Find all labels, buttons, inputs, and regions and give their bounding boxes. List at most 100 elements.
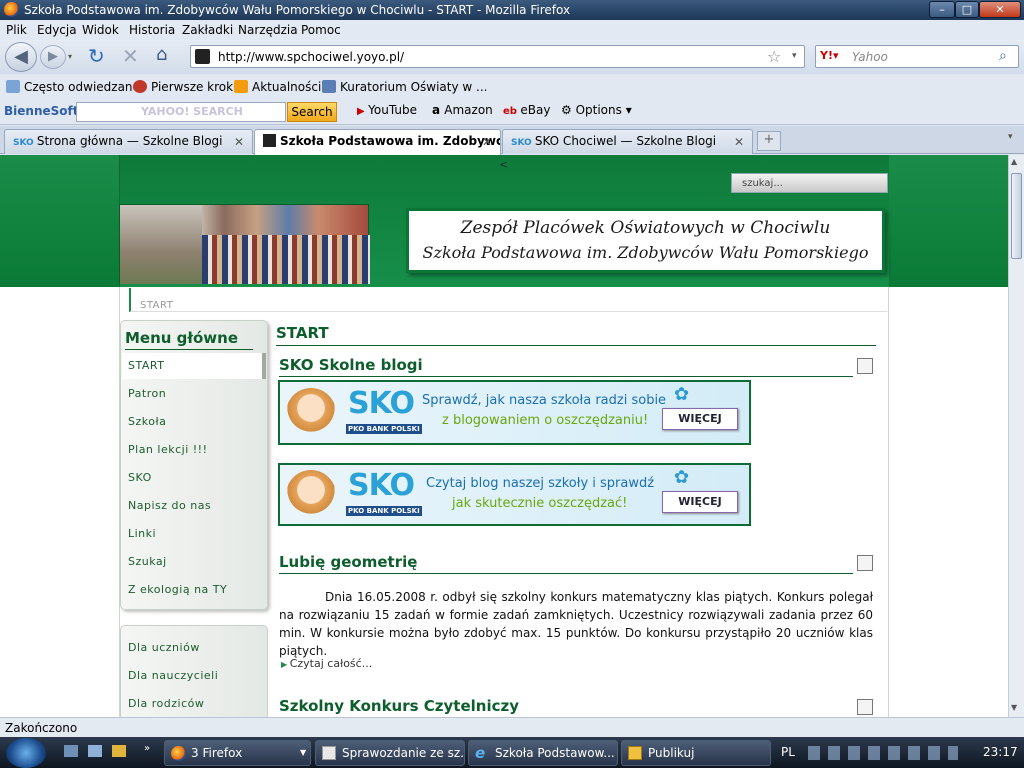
menu-item-napisz[interactable]: Napisz do nas bbox=[128, 499, 211, 512]
banner-2-line-1: Czytaj blog naszej szkoły i sprawdź bbox=[426, 476, 655, 491]
language-indicator[interactable]: PL bbox=[781, 745, 795, 759]
scrollbar-thumb[interactable] bbox=[1011, 173, 1022, 259]
menu-bookmarks[interactable]: Zakładki bbox=[182, 23, 233, 37]
scroll-up-icon[interactable]: ▲ bbox=[1011, 157, 1017, 166]
sko-banner-2[interactable]: SKO PKO BANK POLSKI Czytaj blog naszej s… bbox=[278, 463, 751, 526]
yahoo-search-button[interactable]: Search bbox=[287, 102, 337, 122]
taskbar-item-publikuj[interactable]: Publikuj bbox=[621, 740, 771, 766]
article-title-geometria[interactable]: Lubię geometrię bbox=[279, 553, 417, 571]
menu-item-ekologia[interactable]: Z ekologią na TY bbox=[128, 583, 227, 596]
close-button[interactable]: ✕ bbox=[979, 1, 1021, 18]
bookmarks-toolbar: Często odwiedzane Pierwsze kroki Aktualn… bbox=[0, 75, 1024, 99]
taskbar-item-sprawozdanie[interactable]: Sprawozdanie ze sz... bbox=[315, 740, 465, 766]
pdf-icon[interactable] bbox=[857, 699, 873, 715]
yahoo-engine-icon[interactable]: Y!▾ bbox=[820, 49, 839, 62]
banner-1-line-2: z blogowaniem o oszczędzaniu! bbox=[442, 413, 649, 428]
stop-icon[interactable]: ✕ bbox=[122, 44, 139, 68]
tab-list-icon[interactable]: ▾ bbox=[1008, 132, 1013, 142]
menu-item-szkola[interactable]: Szkoła bbox=[128, 415, 166, 428]
start-button[interactable] bbox=[6, 738, 46, 768]
menu-edit[interactable]: Edycja bbox=[37, 23, 77, 37]
menu-history[interactable]: Historia bbox=[129, 23, 175, 37]
history-dropdown-icon[interactable]: ▾ bbox=[68, 52, 72, 61]
menu-view[interactable]: Widok bbox=[82, 23, 119, 37]
tab-sko-chociwel[interactable]: SKO SKO Chociwel — Szkolne Blogi ✕ bbox=[502, 129, 753, 154]
home-icon[interactable]: ⌂ bbox=[156, 44, 167, 65]
vertical-scrollbar[interactable]: ▲ ▼ bbox=[1008, 155, 1024, 717]
ebay-link[interactable]: eb eBay bbox=[503, 103, 551, 117]
search-icon[interactable]: ⌕ bbox=[999, 48, 1007, 64]
publisher-icon bbox=[628, 746, 642, 760]
read-more-label: Czytaj całość... bbox=[289, 657, 373, 670]
amazon-label: Amazon bbox=[444, 103, 493, 117]
yahoo-search-input[interactable]: YAHOO! SEARCH bbox=[76, 102, 286, 122]
menu-item-linki[interactable]: Linki bbox=[128, 527, 156, 540]
menu-item-sko[interactable]: SKO bbox=[128, 471, 152, 484]
new-tab-icon[interactable]: + bbox=[757, 131, 781, 151]
close-tab-icon[interactable]: ✕ bbox=[482, 135, 492, 149]
bookmark-label: Często odwiedzane bbox=[24, 80, 140, 94]
menu-item-szukaj[interactable]: Szukaj bbox=[128, 555, 167, 568]
menu-tools[interactable]: Narzędzia bbox=[238, 23, 298, 37]
banner-2-more-button[interactable]: WIĘCEJ bbox=[662, 491, 738, 513]
menu-help[interactable]: Pomoc bbox=[301, 23, 341, 37]
bookmark-getting-started[interactable]: Pierwsze kroki bbox=[133, 80, 236, 94]
back-button[interactable]: ◀ bbox=[5, 42, 37, 72]
arrow-right-icon: ▶ bbox=[48, 49, 58, 64]
close-tab-icon[interactable]: ✕ bbox=[734, 135, 744, 149]
bookmark-kuratorium[interactable]: Kuratorium Oświaty w ... bbox=[322, 80, 487, 94]
system-tray-icons[interactable] bbox=[808, 746, 958, 760]
quicklaunch-more-icon[interactable]: » bbox=[144, 743, 150, 754]
read-more-link[interactable]: ▶ Czytaj całość... bbox=[281, 657, 372, 670]
options-label: Options bbox=[575, 103, 622, 117]
switch-windows-icon[interactable] bbox=[88, 745, 102, 757]
breadcrumb-item[interactable]: START bbox=[140, 300, 173, 311]
search-box[interactable]: Y!▾ Yahoo ⌕ bbox=[815, 45, 1019, 68]
menu-item-nauczyciele[interactable]: Dla nauczycieli bbox=[128, 669, 218, 682]
tab-szkola-podstawowa[interactable]: Szkoła Podstawowa im. Zdobywc... ✕ bbox=[254, 129, 501, 155]
tab-szkolne-blogi[interactable]: SKO Strona główna — Szkolne Blogi ✕ bbox=[4, 129, 253, 154]
yahoo-toolbar: BienneSoft YAHOO! SEARCH Search ▶ YouTub… bbox=[0, 99, 1024, 125]
bookmark-most-visited[interactable]: Często odwiedzane bbox=[6, 80, 140, 94]
forward-button[interactable]: ▶ bbox=[40, 45, 66, 69]
maximize-button[interactable]: □ bbox=[955, 1, 979, 18]
article-body: Dnia 16.05.2008 r. odbył się szkolny kon… bbox=[279, 590, 873, 658]
article-title-sko[interactable]: SKO Skolne blogi bbox=[279, 356, 423, 374]
taskbar-label: Publikuj bbox=[648, 746, 695, 760]
media-player-icon[interactable] bbox=[112, 745, 126, 757]
menu-bar: Plik Edycja Widok Historia Zakładki Narz… bbox=[0, 20, 1024, 40]
url-dropdown-icon[interactable]: ▾ bbox=[792, 51, 797, 61]
bookmark-news[interactable]: Aktualności bbox=[234, 80, 321, 94]
article-rule bbox=[279, 573, 853, 574]
pdf-icon[interactable] bbox=[857, 555, 873, 571]
site-search-input[interactable]: szukaj... bbox=[731, 173, 888, 193]
banner-1-more-button[interactable]: WIĘCEJ bbox=[662, 408, 738, 430]
taskbar-item-firefox[interactable]: 3 Firefox ▼ bbox=[164, 740, 311, 766]
menu-item-start[interactable]: START bbox=[128, 359, 164, 372]
reload-icon[interactable]: ↻ bbox=[88, 44, 105, 68]
amazon-link[interactable]: a Amazon bbox=[432, 103, 493, 117]
school-building-image bbox=[120, 205, 202, 284]
show-desktop-icon[interactable] bbox=[64, 745, 78, 757]
url-bar[interactable]: http://www.spchociwel.yoyo.pl/ ☆ ▾ bbox=[190, 45, 805, 68]
minimize-button[interactable]: – bbox=[929, 1, 955, 18]
menu-item-rodzice[interactable]: Dla rodziców bbox=[128, 697, 204, 710]
status-bar: Zakończono bbox=[0, 717, 1024, 737]
menu-item-uczniowie[interactable]: Dla uczniów bbox=[128, 641, 200, 654]
menu-item-plan-lekcji[interactable]: Plan lekcji !!! bbox=[128, 443, 207, 456]
ebay-label: eBay bbox=[520, 103, 551, 117]
clock[interactable]: 23:17 bbox=[983, 745, 1018, 759]
options-menu[interactable]: ⚙ Options ▾ bbox=[561, 103, 632, 117]
scroll-down-icon[interactable]: ▼ bbox=[1011, 703, 1017, 712]
youtube-link[interactable]: ▶ YouTube bbox=[357, 103, 417, 117]
firefox-bookmark-icon bbox=[133, 80, 147, 93]
menu-file[interactable]: Plik bbox=[6, 23, 27, 37]
pdf-icon[interactable] bbox=[857, 358, 873, 374]
star-icon[interactable]: ☆ bbox=[767, 47, 781, 66]
close-tab-icon[interactable]: ✕ bbox=[234, 135, 244, 149]
menu-item-patron[interactable]: Patron bbox=[128, 387, 166, 400]
article-title-konkurs[interactable]: Szkolny Konkurs Czytelniczy bbox=[279, 697, 519, 715]
taskbar-item-ie[interactable]: e Szkoła Podstawow... bbox=[468, 740, 618, 766]
sko-banner-1[interactable]: SKO PKO BANK POLSKI Sprawdź, jak nasza s… bbox=[278, 380, 751, 445]
page-icon bbox=[322, 80, 336, 93]
